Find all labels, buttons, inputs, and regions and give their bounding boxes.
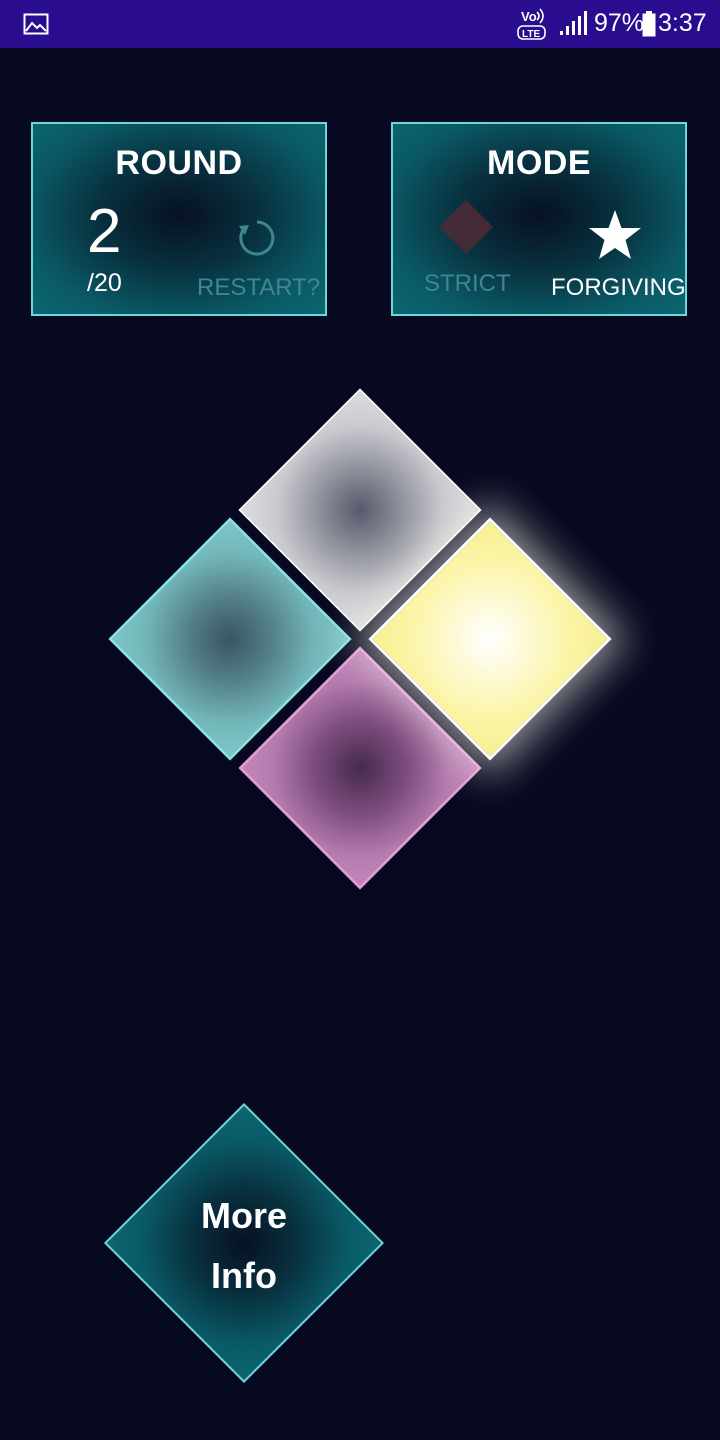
- restart-icon[interactable]: [235, 216, 279, 260]
- signal-icon: [560, 11, 587, 35]
- star-icon[interactable]: [588, 209, 642, 261]
- round-total: /20: [87, 269, 122, 297]
- more-info-line2: Info: [211, 1255, 277, 1296]
- mode-panel: MODE STRICT FORGIVING: [391, 122, 687, 316]
- svg-text:Vo: Vo: [521, 9, 537, 24]
- more-info-line1: More: [200, 1195, 287, 1236]
- round-current: 2: [87, 197, 122, 266]
- strict-mode-button[interactable]: STRICT: [424, 270, 511, 298]
- mode-title: MODE: [487, 144, 591, 182]
- round-title: ROUND: [115, 144, 243, 182]
- restart-button[interactable]: RESTART?: [197, 274, 320, 302]
- status-bar: Vo LTE 97% 3:37: [0, 0, 720, 48]
- battery-icon: [642, 11, 656, 37]
- clock: 3:37: [658, 9, 707, 37]
- svg-text:LTE: LTE: [522, 29, 540, 40]
- battery-percent: 97%: [594, 9, 645, 37]
- volte-icon: Vo LTE: [517, 8, 546, 40]
- round-panel: ROUND 2 /20 RESTART?: [31, 122, 327, 316]
- strict-diamond-icon[interactable]: [437, 198, 495, 256]
- gallery-icon: [23, 13, 49, 35]
- forgiving-mode-button[interactable]: FORGIVING: [551, 274, 686, 302]
- more-info-label[interactable]: More Info: [144, 1186, 344, 1306]
